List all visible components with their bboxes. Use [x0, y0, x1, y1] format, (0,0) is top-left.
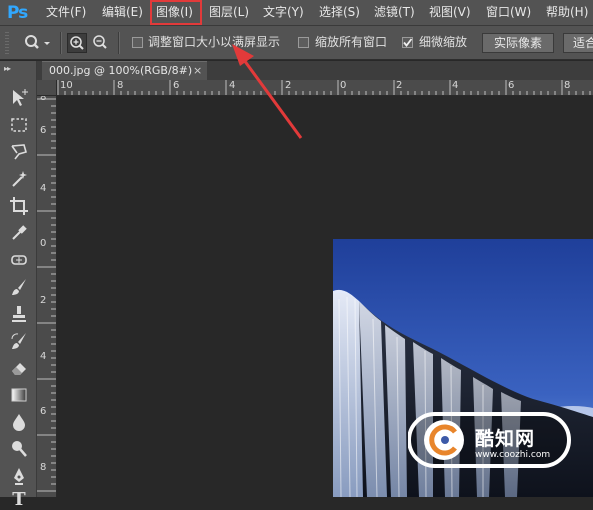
zoom-all-windows-label: 缩放所有窗口 — [315, 35, 388, 49]
gradient-tool-icon[interactable] — [9, 385, 29, 405]
pen-tool-icon[interactable] — [9, 466, 29, 486]
ruler-label: 2 — [285, 80, 292, 91]
ruler-label: 0 — [40, 238, 47, 249]
scrubby-zoom-label: 细微缩放 — [419, 35, 468, 49]
ruler-label: 8 — [564, 80, 571, 91]
zoom-in-button[interactable] — [67, 33, 87, 53]
ruler-origin[interactable] — [37, 80, 57, 96]
menu-select[interactable]: 选择(S) — [319, 5, 360, 20]
ruler-label: 4 — [229, 80, 236, 91]
menu-window[interactable]: 窗口(W) — [486, 5, 531, 20]
ruler-label: 8 — [40, 96, 47, 103]
menu-help[interactable]: 帮助(H) — [546, 5, 588, 20]
menu-edit[interactable]: 编辑(E) — [102, 5, 143, 20]
ruler-label: 6 — [40, 406, 47, 417]
resize-windows-checkbox[interactable] — [132, 37, 143, 48]
horizontal-ruler[interactable]: 10 8 6 4 2 0 2 4 6 8 — [57, 80, 593, 96]
ruler-label: 4 — [40, 183, 47, 194]
menu-view[interactable]: 视图(V) — [429, 5, 471, 20]
dodge-tool-icon[interactable] — [9, 439, 29, 459]
tools-panel: ▸▸ T — [0, 61, 37, 510]
ruler-label: 8 — [40, 462, 47, 473]
chevron-down-icon — [44, 42, 50, 45]
crop-tool-icon[interactable] — [9, 196, 29, 216]
menu-bar: Ps 文件(F) 编辑(E) 图像(I) 图层(L) 文字(Y) 选择(S) 滤… — [0, 0, 593, 26]
blur-tool-icon[interactable] — [9, 412, 29, 432]
watermark: 酷知网 www.coozhi.com — [408, 410, 573, 470]
zoom-tool-icon — [25, 35, 50, 49]
scrubby-zoom-checkbox[interactable] — [402, 37, 413, 48]
watermark-name: 酷知网 — [475, 428, 536, 450]
lasso-tool-icon[interactable] — [9, 142, 29, 162]
watermark-url: www.coozhi.com — [475, 450, 551, 460]
ruler-label: 4 — [452, 80, 459, 91]
document-tab-bar: 000.jpg @ 100%(RGB/8#) × — [37, 61, 593, 80]
eyedropper-tool-icon[interactable] — [9, 223, 29, 243]
document-tab[interactable]: 000.jpg @ 100%(RGB/8#) × — [42, 61, 207, 80]
actual-pixels-button[interactable]: 实际像素 — [482, 33, 554, 53]
menu-file[interactable]: 文件(F) — [46, 5, 86, 20]
checkmark-icon — [403, 38, 413, 47]
menu-image-highlight-box — [150, 0, 202, 25]
separator — [60, 32, 62, 54]
collapse-panel-icon[interactable]: ▸▸ — [4, 64, 11, 73]
eraser-tool-icon[interactable] — [9, 358, 29, 378]
move-tool-icon[interactable] — [9, 88, 29, 108]
zoom-in-icon — [70, 36, 84, 50]
ruler-label: 4 — [40, 351, 47, 362]
zoom-out-icon — [93, 35, 107, 49]
ruler-label: 8 — [117, 80, 124, 91]
healing-brush-tool-icon[interactable] — [9, 250, 29, 270]
tool-preset-picker[interactable] — [22, 33, 52, 53]
clone-stamp-tool-icon[interactable] — [9, 304, 29, 324]
history-brush-tool-icon[interactable] — [9, 331, 29, 351]
separator — [118, 32, 120, 54]
document-tab-title: 000.jpg @ 100%(RGB/8#) — [49, 64, 193, 77]
zoom-all-windows-checkbox[interactable] — [298, 37, 309, 48]
ruler-label: 2 — [40, 295, 47, 306]
type-tool-icon[interactable]: T — [9, 490, 29, 510]
close-icon[interactable]: × — [193, 64, 202, 77]
magic-wand-tool-icon[interactable] — [9, 169, 29, 189]
ruler-label: 6 — [508, 80, 515, 91]
options-bar: 调整窗口大小以满屏显示 缩放所有窗口 细微缩放 实际像素 适合 — [0, 26, 593, 60]
photoshop-logo: Ps — [7, 3, 28, 23]
menu-filter[interactable]: 滤镜(T) — [374, 5, 415, 20]
resize-windows-label: 调整窗口大小以满屏显示 — [148, 35, 281, 49]
options-bar-grip[interactable] — [5, 32, 9, 54]
ruler-label: 6 — [40, 125, 47, 136]
ruler-label: 6 — [173, 80, 180, 91]
ruler-label: 2 — [396, 80, 403, 91]
zoom-out-button[interactable] — [91, 33, 111, 53]
vertical-ruler[interactable]: 8 6 4 0 2 4 6 8 — [37, 96, 57, 497]
ruler-label: 10 — [60, 80, 73, 91]
marquee-tool-icon[interactable] — [9, 115, 29, 135]
brush-tool-icon[interactable] — [9, 277, 29, 297]
menu-type[interactable]: 文字(Y) — [263, 5, 304, 20]
menu-layer[interactable]: 图层(L) — [209, 5, 249, 20]
ruler-label: 0 — [340, 80, 347, 91]
fit-screen-button[interactable]: 适合 — [563, 33, 593, 53]
